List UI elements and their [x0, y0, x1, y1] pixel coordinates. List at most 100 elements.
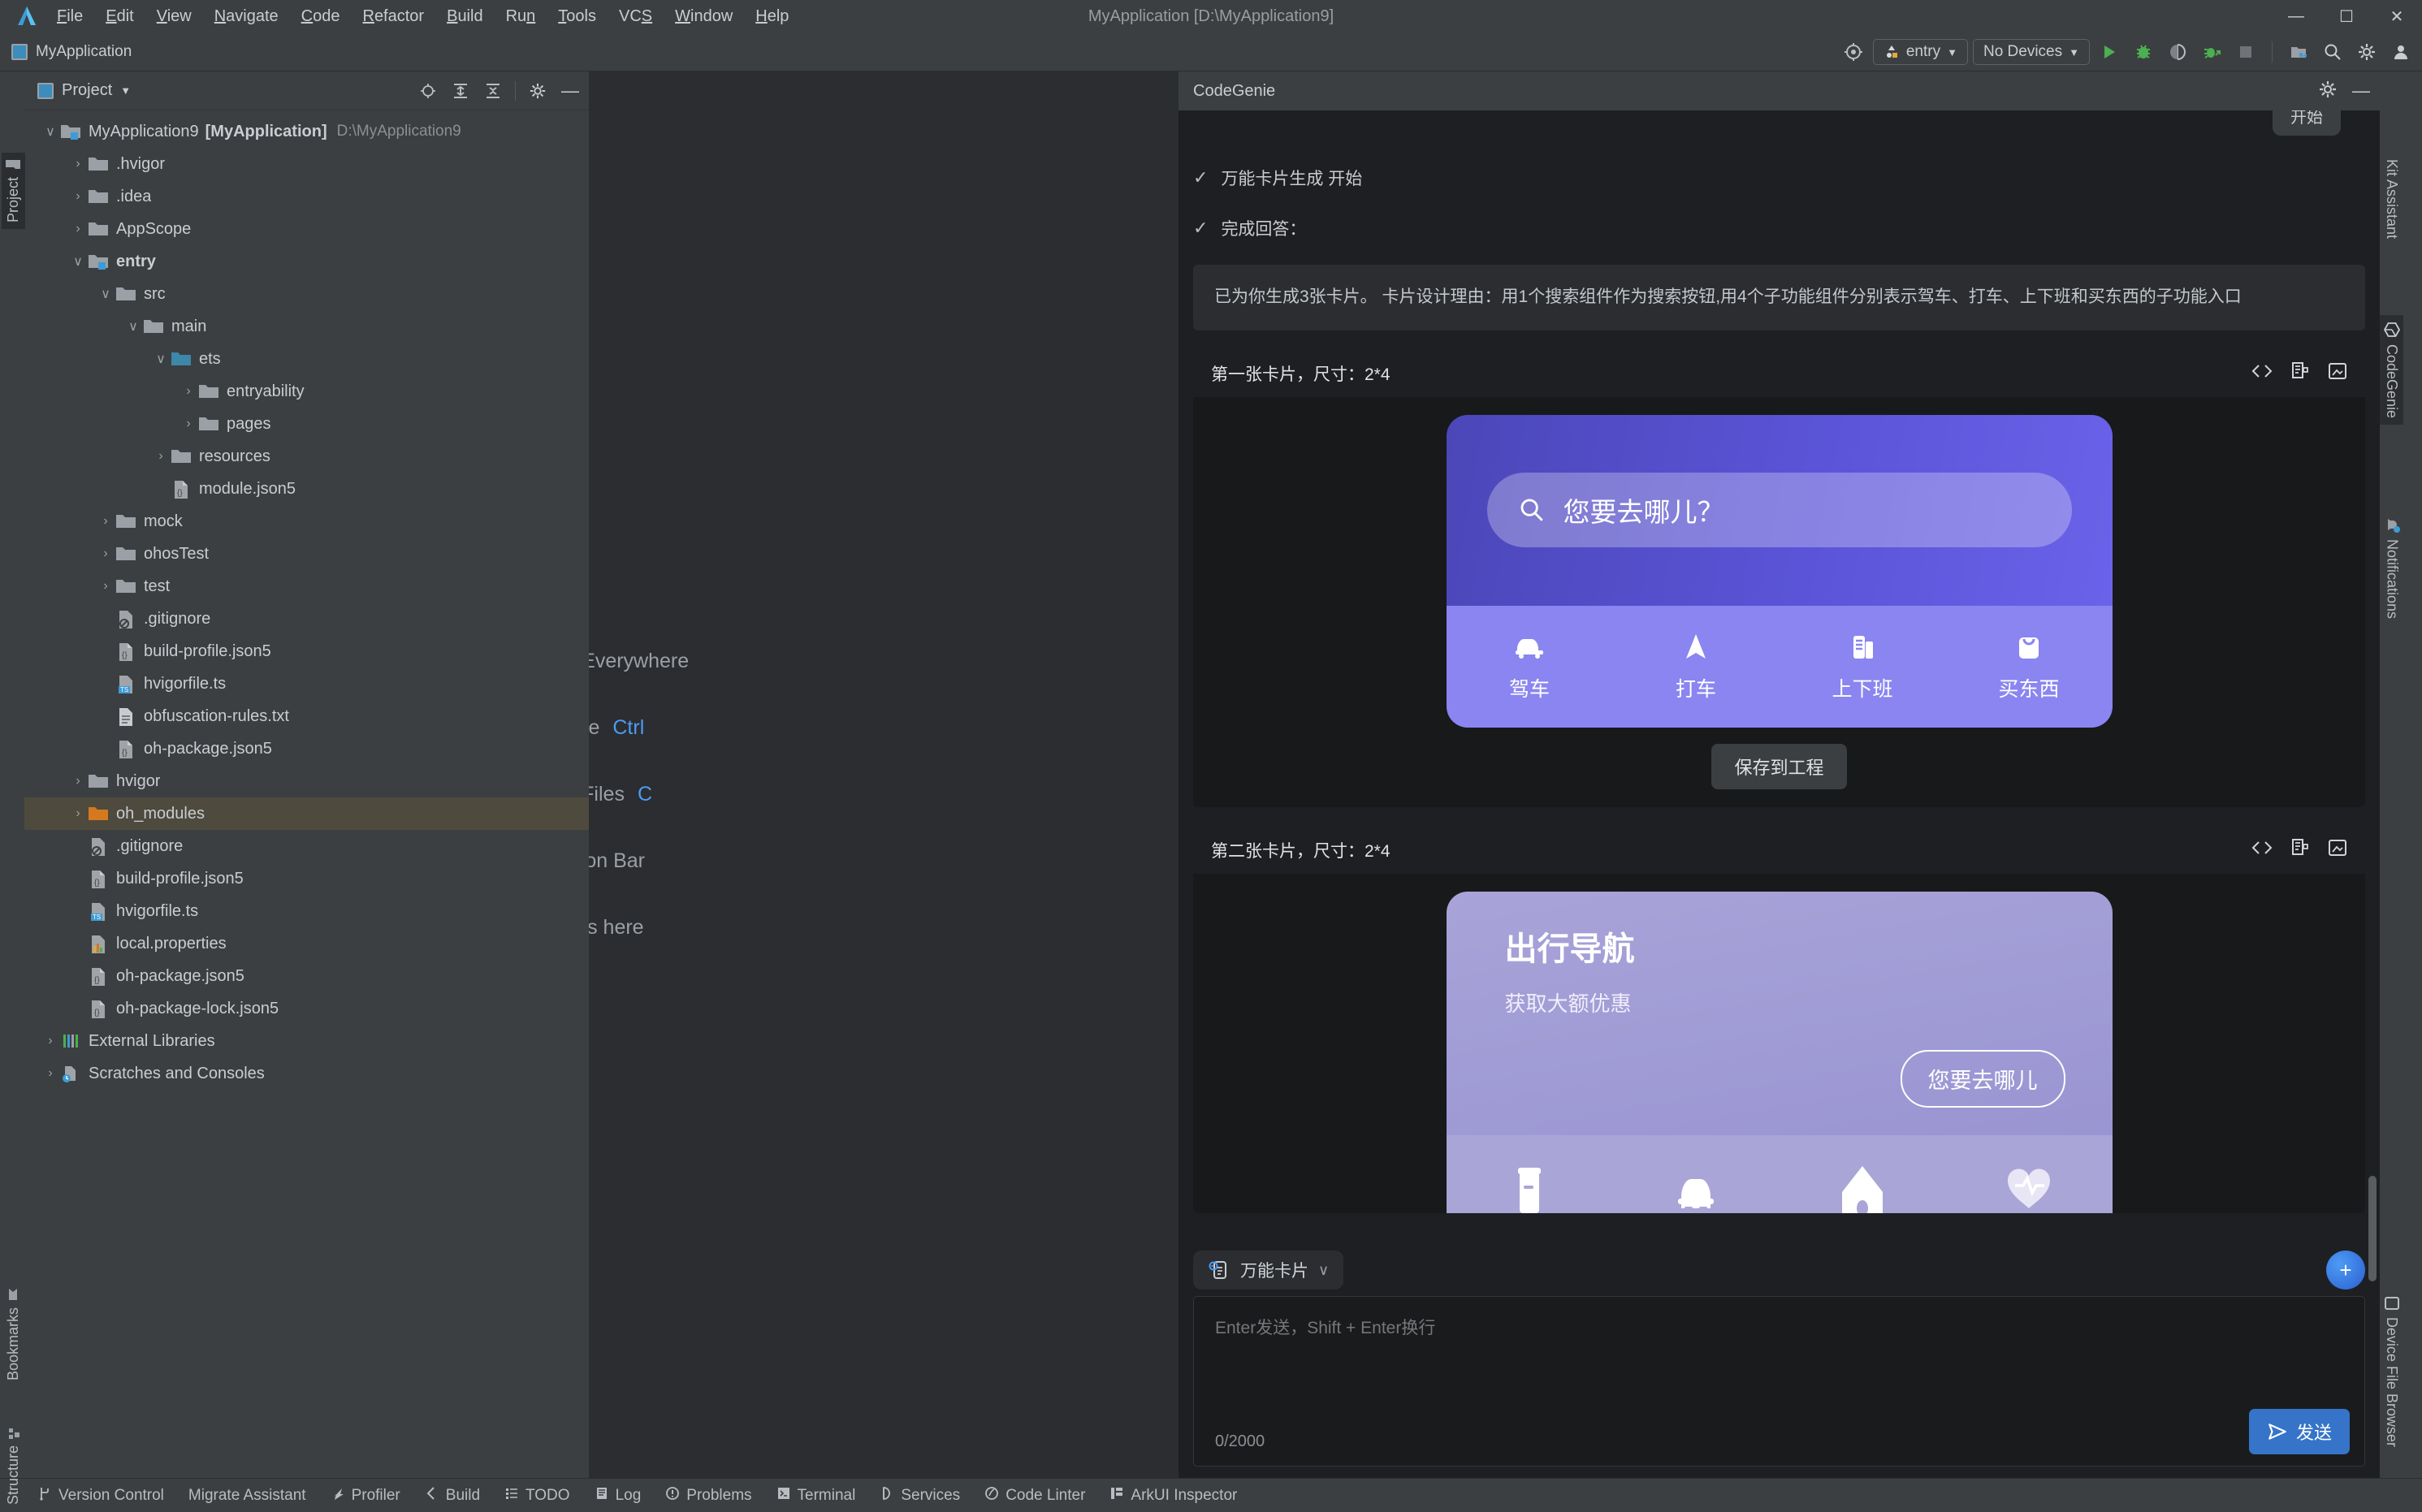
expand-all-icon[interactable]: [450, 80, 471, 102]
tree-row[interactable]: ›External Libraries: [24, 1025, 589, 1057]
view-code-icon[interactable]: [2251, 362, 2273, 385]
chevron-down-icon[interactable]: ∨: [123, 318, 143, 335]
tree-row[interactable]: {}oh-package-lock.json5: [24, 992, 589, 1025]
preview-icon[interactable]: [2328, 838, 2347, 862]
card-shortcut-item[interactable]: [1447, 1161, 1613, 1213]
status-item-log[interactable]: Log: [595, 1486, 642, 1506]
menu-item-navigate[interactable]: Navigate: [214, 7, 279, 26]
select-opened-file-icon[interactable]: [417, 80, 439, 102]
tree-row[interactable]: ›.hvigor: [24, 148, 589, 180]
status-item-terminal[interactable]: Terminal: [776, 1486, 856, 1506]
tree-row[interactable]: ∨src: [24, 278, 589, 310]
tree-row[interactable]: .gitignore: [24, 830, 589, 862]
mode-selector[interactable]: 万能卡片 ∨: [1193, 1251, 1343, 1290]
status-item-version-control[interactable]: Version Control: [37, 1486, 164, 1506]
menu-item-code[interactable]: Code: [301, 7, 340, 26]
card-shortcut-item[interactable]: 上下班: [1780, 631, 1946, 702]
chevron-down-icon[interactable]: ∨: [151, 351, 171, 367]
chevron-right-icon[interactable]: ›: [179, 417, 198, 431]
hide-panel-icon[interactable]: —: [2352, 80, 2370, 102]
profile-button[interactable]: [2163, 37, 2192, 67]
tree-row[interactable]: ›AppScope: [24, 213, 589, 245]
add-attachment-icon[interactable]: +: [2326, 1251, 2365, 1290]
card-shortcut-item[interactable]: 打车: [1613, 631, 1780, 702]
copy-icon[interactable]: [2290, 361, 2310, 386]
settings-gear-icon[interactable]: [2318, 80, 2338, 103]
menu-item-refactor[interactable]: Refactor: [362, 7, 424, 26]
status-item-migrate-assistant[interactable]: Migrate Assistant: [188, 1487, 306, 1505]
card-shortcut-item[interactable]: 买东西: [1946, 631, 2113, 702]
tree-row[interactable]: {}build-profile.json5: [24, 635, 589, 667]
copy-icon[interactable]: [2290, 838, 2310, 862]
maximize-button[interactable]: ☐: [2321, 0, 2372, 32]
status-item-profiler[interactable]: Profiler: [331, 1486, 400, 1506]
sidebar-item-project[interactable]: Project: [2, 153, 25, 229]
search-everywhere-button[interactable]: [2318, 37, 2347, 67]
minimize-button[interactable]: —: [2271, 0, 2321, 32]
tree-row[interactable]: ›hvigor: [24, 765, 589, 797]
codegenie-scrollbar[interactable]: [2368, 1176, 2377, 1281]
tree-row[interactable]: {}oh-package.json5: [24, 732, 589, 765]
status-item-services[interactable]: Services: [880, 1486, 960, 1506]
settings-gear-icon[interactable]: [2352, 37, 2381, 67]
chevron-right-icon[interactable]: ›: [96, 579, 115, 594]
save-to-project-button[interactable]: 保存到工程: [1711, 744, 1846, 789]
debug-button[interactable]: [2129, 37, 2158, 67]
sidebar-item-kit-assistant[interactable]: Kit Assistant: [2380, 153, 2403, 245]
chevron-right-icon[interactable]: ›: [41, 1066, 60, 1081]
tree-row[interactable]: TShvigorfile.ts: [24, 895, 589, 927]
chevron-down-icon[interactable]: ▼: [120, 84, 131, 97]
tree-row[interactable]: ›pages: [24, 408, 589, 440]
menu-item-window[interactable]: Window: [675, 7, 733, 26]
stop-button[interactable]: [2231, 37, 2260, 67]
tree-row[interactable]: ∨main: [24, 310, 589, 343]
status-item-code-linter[interactable]: Code Linter: [984, 1486, 1085, 1506]
message-input[interactable]: Enter发送，Shift + Enter换行: [1215, 1315, 2343, 1339]
chevron-right-icon[interactable]: ›: [68, 774, 88, 788]
message-input-wrapper[interactable]: Enter发送，Shift + Enter换行 0/2000 发送: [1193, 1296, 2365, 1467]
send-button[interactable]: 发送: [2249, 1409, 2350, 1454]
sidebar-item-structure[interactable]: Structure: [2, 1419, 25, 1511]
preview-icon[interactable]: [2328, 361, 2347, 386]
chevron-right-icon[interactable]: ›: [68, 157, 88, 171]
card-cta-button[interactable]: 您要去哪儿: [1901, 1050, 2065, 1108]
sidebar-item-notifications[interactable]: Notifications: [2380, 510, 2404, 625]
target-icon[interactable]: [1839, 37, 1868, 67]
tree-row[interactable]: ›Scratches and Consoles: [24, 1057, 589, 1090]
project-tree[interactable]: ∨MyApplication9[MyApplication]D:\MyAppli…: [24, 110, 589, 1478]
device-manager-button[interactable]: [2284, 37, 2313, 67]
tree-row[interactable]: ›resources: [24, 440, 589, 473]
tree-row[interactable]: ›.idea: [24, 180, 589, 213]
menu-item-run[interactable]: Run: [506, 7, 536, 26]
chevron-right-icon[interactable]: ›: [68, 222, 88, 236]
account-avatar[interactable]: [2386, 37, 2416, 67]
tree-row[interactable]: obfuscation-rules.txt: [24, 700, 589, 732]
menu-item-tools[interactable]: Tools: [558, 7, 596, 26]
sidebar-item-bookmarks[interactable]: Bookmarks: [2, 1281, 25, 1387]
card-shortcut-item[interactable]: 驾车: [1447, 631, 1613, 702]
chevron-right-icon[interactable]: ›: [68, 189, 88, 204]
tree-row[interactable]: {}build-profile.json5: [24, 862, 589, 895]
hide-panel-icon[interactable]: —: [560, 80, 581, 102]
tree-row[interactable]: {}oh-package.json5: [24, 960, 589, 992]
chevron-right-icon[interactable]: ›: [68, 806, 88, 821]
tree-row[interactable]: local.properties: [24, 927, 589, 960]
tree-row[interactable]: TShvigorfile.ts: [24, 667, 589, 700]
status-item-todo[interactable]: TODO: [504, 1486, 570, 1506]
menu-item-build[interactable]: Build: [447, 7, 482, 26]
chevron-right-icon[interactable]: ›: [96, 514, 115, 529]
menu-item-vcs[interactable]: VCS: [619, 7, 652, 26]
tree-row[interactable]: ∨entry: [24, 245, 589, 278]
tree-row[interactable]: {}module.json5: [24, 473, 589, 505]
card-search-bar[interactable]: 您要去哪儿？: [1487, 473, 2072, 547]
status-item-build[interactable]: Build: [425, 1486, 480, 1506]
tree-row[interactable]: ›entryability: [24, 375, 589, 408]
chevron-right-icon[interactable]: ›: [41, 1034, 60, 1048]
tree-row[interactable]: ›test: [24, 570, 589, 603]
card-shortcut-item[interactable]: [1946, 1161, 2113, 1213]
status-item-problems[interactable]: Problems: [665, 1486, 751, 1506]
chevron-right-icon[interactable]: ›: [96, 546, 115, 561]
attach-debugger-button[interactable]: [2197, 37, 2226, 67]
tree-row[interactable]: ›mock: [24, 505, 589, 538]
close-button[interactable]: ✕: [2372, 0, 2422, 32]
